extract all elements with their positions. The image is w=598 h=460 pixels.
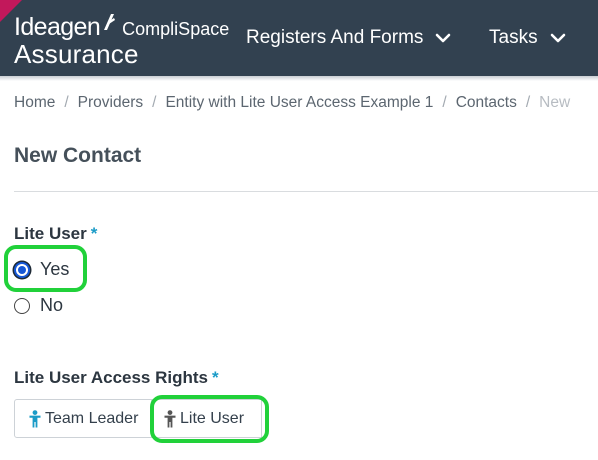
radio-no-label: No xyxy=(40,295,64,315)
breadcrumb-current: New xyxy=(539,94,571,111)
breadcrumb-separator: / xyxy=(152,94,157,111)
lite-user-option-no[interactable]: No xyxy=(14,295,63,316)
team-leader-button-label: Team Leader xyxy=(45,409,139,427)
breadcrumb-separator: / xyxy=(525,94,531,111)
brand-subtitle: Assurance xyxy=(14,39,139,69)
header-shadow xyxy=(0,76,598,81)
lite-user-label-text: Lite User xyxy=(14,224,87,243)
chevron-down-icon xyxy=(550,33,565,43)
breadcrumb-separator: / xyxy=(442,94,447,111)
lite-user-button-label: Lite User xyxy=(180,409,245,427)
brand-product-name: CompliSpace xyxy=(122,19,230,39)
lite-user-button[interactable]: Lite User xyxy=(152,399,262,438)
breadcrumb-home[interactable]: Home xyxy=(14,94,55,112)
required-marker: * xyxy=(90,224,98,243)
team-leader-button[interactable]: Team Leader xyxy=(14,399,152,438)
access-rights-label-text: Lite User Access Rights xyxy=(14,368,208,387)
nav-registers-and-forms[interactable]: Registers And Forms xyxy=(246,24,451,52)
nav-tasks-label: Tasks xyxy=(489,27,538,48)
nav-tasks[interactable]: Tasks xyxy=(489,24,566,52)
nav-registers-and-forms-label: Registers And Forms xyxy=(246,27,424,48)
brand-swoosh-icon xyxy=(104,14,116,30)
breadcrumb-separator: / xyxy=(64,94,69,111)
breadcrumb-providers[interactable]: Providers xyxy=(78,94,143,112)
page-title: New Contact xyxy=(14,144,142,167)
top-navigation-bar: Ideagen CompliSpace Assurance Registers … xyxy=(0,0,598,76)
radio-no[interactable] xyxy=(14,297,30,314)
person-icon xyxy=(29,409,41,427)
brand-logo[interactable]: Ideagen CompliSpace Assurance xyxy=(14,12,229,67)
access-rights-label: Lite User Access Rights * xyxy=(14,368,219,388)
radio-yes[interactable] xyxy=(14,261,30,278)
breadcrumb-entity[interactable]: Entity with Lite User Access Example 1 xyxy=(165,94,433,112)
radio-yes-label: Yes xyxy=(40,259,70,279)
breadcrumb: Home / Providers / Entity with Lite User… xyxy=(14,94,570,112)
breadcrumb-contacts[interactable]: Contacts xyxy=(456,94,517,112)
lite-user-option-yes[interactable]: Yes xyxy=(14,259,69,280)
title-divider xyxy=(14,191,598,192)
required-marker: * xyxy=(212,368,219,387)
chevron-down-icon xyxy=(436,33,451,43)
lite-user-label: Lite User * xyxy=(14,224,97,244)
brand-wordmark: Ideagen xyxy=(14,13,101,41)
person-icon xyxy=(164,409,176,427)
